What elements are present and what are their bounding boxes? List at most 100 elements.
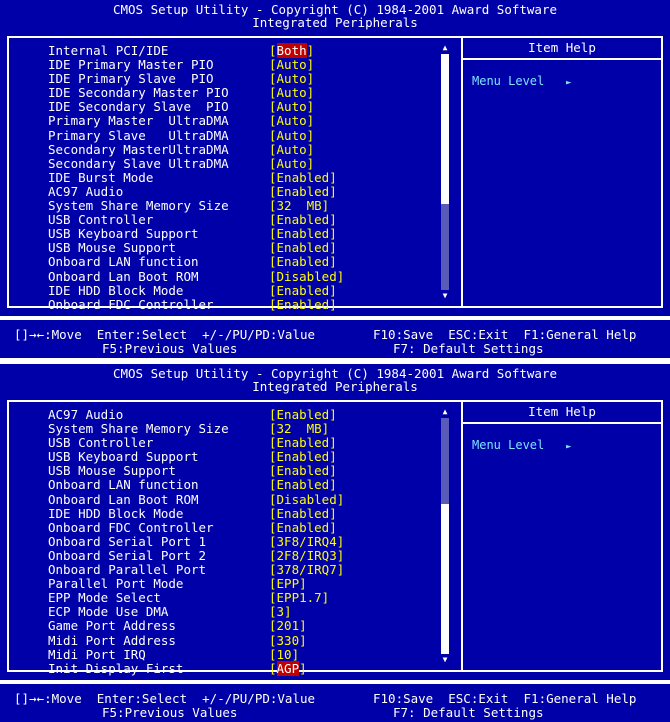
setting-row[interactable]: Secondary Slave UltraDMA [Auto] xyxy=(9,156,439,171)
scroll-down-icon[interactable]: ▼ xyxy=(440,656,450,664)
setting-row[interactable]: USB Controller [Enabled] xyxy=(9,436,439,450)
setting-value[interactable]: [Enabled] xyxy=(269,241,337,255)
setting-value[interactable]: [Enabled] xyxy=(269,436,337,450)
setting-row[interactable]: IDE Primary Slave PIO [Auto] xyxy=(9,72,439,86)
setting-value[interactable]: [Enabled] xyxy=(269,227,337,241)
setting-value[interactable]: [10] xyxy=(269,647,299,662)
setting-value[interactable]: [EPP1.7] xyxy=(269,591,329,605)
setting-value[interactable]: [Enabled] xyxy=(269,408,337,422)
setting-value[interactable]: [Enabled] xyxy=(269,520,337,535)
scroll-thumb[interactable] xyxy=(441,504,449,654)
title-line-2: Integrated Peripherals xyxy=(252,379,418,394)
setting-row[interactable]: Midi Port Address [330] xyxy=(9,633,439,648)
setting-row[interactable]: System Share Memory Size [32 MB] xyxy=(9,422,439,436)
scroll-down-icon[interactable]: ▼ xyxy=(440,292,450,300)
setting-row[interactable]: System Share Memory Size [32 MB] xyxy=(9,199,439,213)
setting-row[interactable]: USB Keyboard Support [Enabled] xyxy=(9,227,439,241)
status-bar: []→←:Move Enter:Select +/-/PU/PD:Value F… xyxy=(0,316,670,358)
setting-value[interactable]: [Enabled] xyxy=(269,450,337,464)
setting-row[interactable]: AC97 Audio [Enabled] xyxy=(9,184,439,199)
setting-value[interactable]: [Auto] xyxy=(269,100,314,114)
setting-row[interactable]: Onboard Serial Port 2 [2F8/IRQ3] xyxy=(9,547,439,563)
panel-divider xyxy=(461,38,463,306)
setting-value[interactable]: [Auto] xyxy=(269,128,314,143)
setting-value[interactable]: [3F8/IRQ4] xyxy=(269,534,344,549)
setting-row[interactable]: IDE Secondary Slave PIO [Auto] xyxy=(9,100,439,114)
setting-row[interactable]: USB Keyboard Support [Enabled] xyxy=(9,450,439,464)
setting-value[interactable]: [Auto] xyxy=(269,72,314,86)
scrollbar[interactable]: ▲ ▼ xyxy=(439,44,451,300)
setting-row[interactable]: Onboard Serial Port 1 [3F8/IRQ4] xyxy=(9,533,439,549)
status-move-select: []→←:Move Enter:Select +/-/PU/PD:Value xyxy=(14,327,316,342)
setting-label: Onboard Serial Port 1 xyxy=(48,533,207,549)
setting-row[interactable]: Onboard LAN function [Enabled] xyxy=(9,478,439,492)
setting-row[interactable]: Primary Master UltraDMA [Auto] xyxy=(9,114,439,128)
setting-row[interactable]: Onboard FDC Controller [Enabled] xyxy=(9,297,439,312)
setting-row[interactable]: IDE Secondary Master PIO [Auto] xyxy=(9,86,439,100)
setting-row[interactable]: ECP Mode Use DMA [3] xyxy=(9,605,439,619)
setting-value[interactable]: [Enabled] xyxy=(269,213,337,227)
setting-row[interactable]: Onboard Lan Boot ROM [Disabled] xyxy=(9,269,439,284)
setting-value[interactable]: [2F8/IRQ3] xyxy=(269,548,344,563)
setting-value[interactable]: [Auto] xyxy=(269,156,314,171)
setting-value[interactable]: [32 MB] xyxy=(269,422,329,436)
setting-row[interactable]: Parallel Port Mode [EPP] xyxy=(9,577,439,591)
setting-label: Onboard FDC Controller xyxy=(48,519,214,535)
setting-value[interactable]: [201] xyxy=(269,619,307,633)
setting-row[interactable]: USB Mouse Support [Enabled] xyxy=(9,464,439,478)
setting-value[interactable]: [EPP] xyxy=(269,577,307,591)
setting-value[interactable]: [Disabled] xyxy=(269,269,344,284)
setting-value[interactable]: [Enabled] xyxy=(269,283,337,298)
setting-value[interactable]: [Auto] xyxy=(269,114,314,128)
scrollbar[interactable]: ▲ ▼ xyxy=(439,408,451,664)
setting-value[interactable]: [378/IRQ7] xyxy=(269,563,344,577)
setting-value[interactable]: [3] xyxy=(269,605,292,619)
setting-value[interactable]: [Auto] xyxy=(269,86,314,100)
setting-value[interactable]: [330] xyxy=(269,633,307,648)
setting-row[interactable]: Onboard Parallel Port [378/IRQ7] xyxy=(9,563,439,577)
setting-row[interactable]: USB Mouse Support [Enabled] xyxy=(9,241,439,255)
setting-row[interactable]: Onboard LAN function [Enabled] xyxy=(9,255,439,269)
setting-row[interactable]: AC97 Audio [Enabled] xyxy=(9,408,439,422)
setting-label: Onboard Serial Port 2 xyxy=(48,547,207,563)
setting-row[interactable]: Onboard Lan Boot ROM [Disabled] xyxy=(9,492,439,507)
setting-row[interactable]: IDE HDD Block Mode [Enabled] xyxy=(9,506,439,521)
setting-row[interactable]: IDE Primary Master PIO [Auto] xyxy=(9,58,439,72)
scroll-track[interactable] xyxy=(441,54,449,290)
setting-row[interactable]: Midi Port IRQ [10] xyxy=(9,647,439,662)
setting-row[interactable]: IDE Burst Mode [Enabled] xyxy=(9,170,439,185)
setting-value[interactable]: [Enabled] xyxy=(269,184,337,199)
setting-value[interactable]: [Enabled] xyxy=(269,464,337,478)
setting-value[interactable]: [AGP] xyxy=(269,660,307,676)
setting-value[interactable]: [Both] xyxy=(269,43,315,58)
setting-row[interactable]: Init Display First [AGP] xyxy=(9,660,439,676)
scroll-up-icon[interactable]: ▲ xyxy=(440,408,450,416)
selected-value[interactable]: AGP xyxy=(276,660,300,676)
setting-row[interactable]: IDE HDD Block Mode [Enabled] xyxy=(9,283,439,298)
setting-row[interactable]: Secondary MasterUltraDMA [Auto] xyxy=(9,142,439,157)
setting-row[interactable]: Internal PCI/IDE [Both] xyxy=(9,43,439,58)
setting-row[interactable]: USB Controller [Enabled] xyxy=(9,213,439,227)
setting-value[interactable]: [Enabled] xyxy=(269,478,337,492)
setting-label: USB Controller xyxy=(48,435,154,451)
scroll-thumb[interactable] xyxy=(441,54,449,204)
help-divider xyxy=(463,422,661,424)
scroll-up-icon[interactable]: ▲ xyxy=(440,44,450,52)
bracket-close: ] xyxy=(306,43,315,58)
setting-row[interactable]: EPP Mode Select [EPP1.7] xyxy=(9,591,439,605)
setting-value[interactable]: [Auto] xyxy=(269,142,314,157)
setting-value[interactable]: [Disabled] xyxy=(269,492,344,507)
setting-value[interactable]: [32 MB] xyxy=(269,199,329,213)
setting-value[interactable]: [Enabled] xyxy=(269,297,337,312)
scroll-track[interactable] xyxy=(441,418,449,654)
setting-value[interactable]: [Enabled] xyxy=(269,255,337,269)
setting-label: IDE Primary Master PIO xyxy=(48,57,214,73)
setting-value[interactable]: [Enabled] xyxy=(269,170,337,185)
setting-row[interactable]: Primary Slave UltraDMA [Auto] xyxy=(9,128,439,143)
setting-row[interactable]: Onboard FDC Controller [Enabled] xyxy=(9,519,439,535)
setting-value[interactable]: [Enabled] xyxy=(269,506,337,521)
selected-value[interactable]: Both xyxy=(276,43,307,58)
setting-value[interactable]: [Auto] xyxy=(269,58,314,72)
setting-row[interactable]: Game Port Address [201] xyxy=(9,619,439,633)
setting-label: ECP Mode Use DMA xyxy=(48,604,169,620)
